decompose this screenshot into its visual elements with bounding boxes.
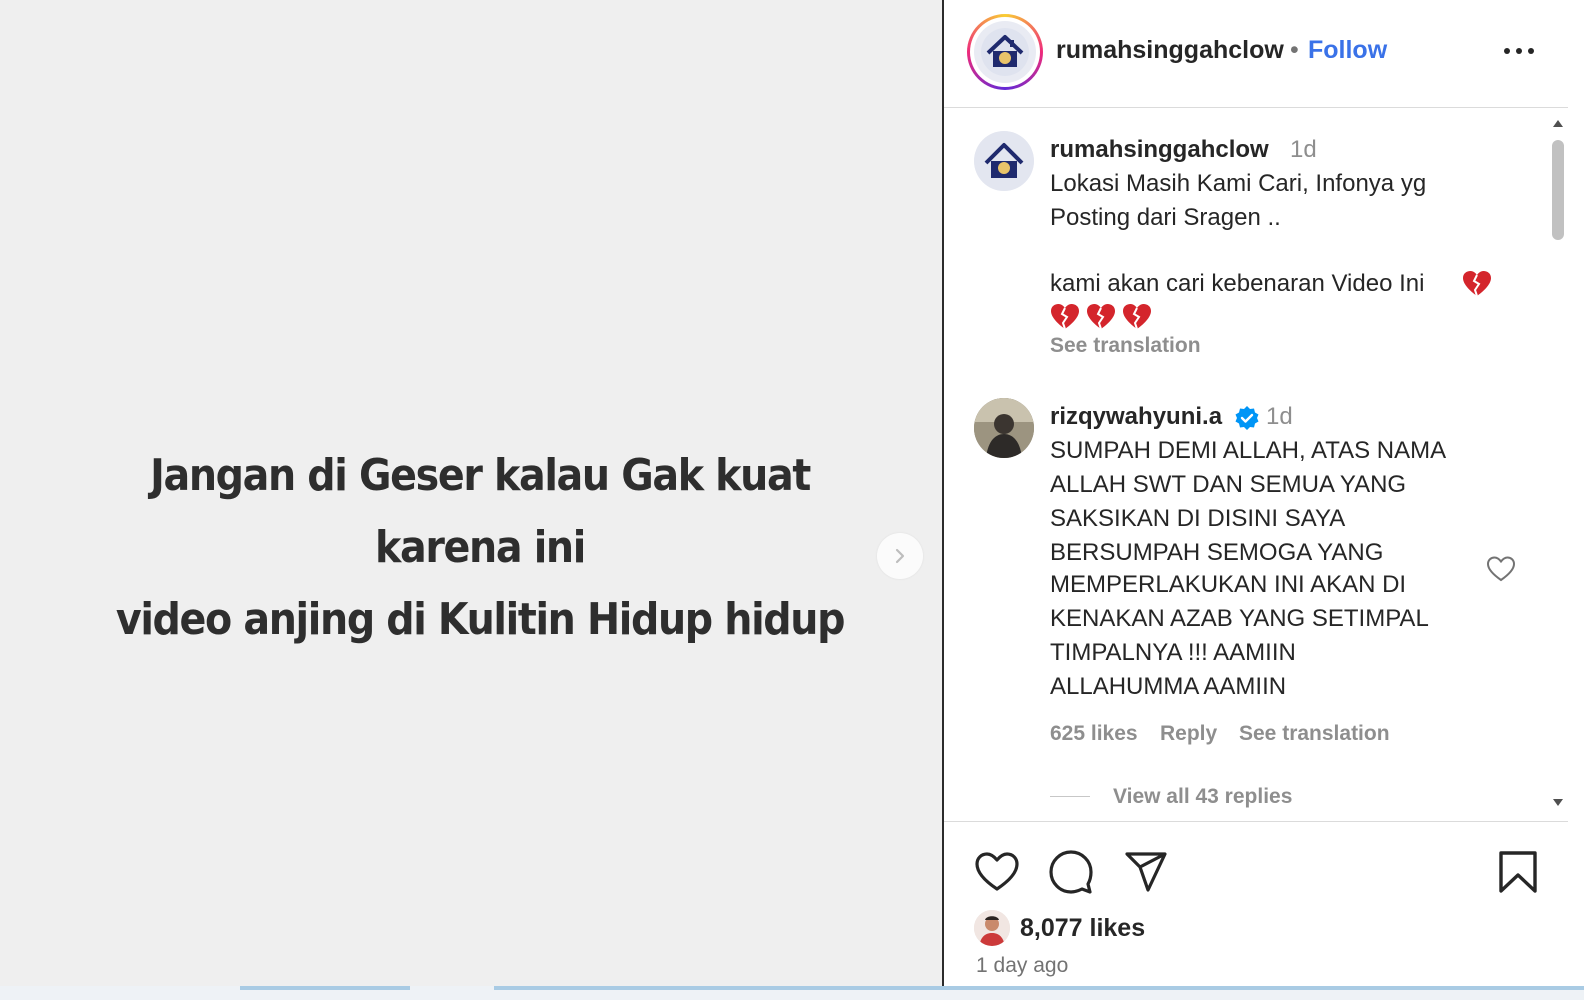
follow-button[interactable]: Follow <box>1308 36 1387 65</box>
comment-time[interactable]: 1d <box>1266 403 1293 431</box>
author-username[interactable]: rumahsinggahclow <box>1056 36 1284 65</box>
commenter-username[interactable]: rizqywahyuni.a <box>1050 403 1222 431</box>
scrollbar-thumb[interactable] <box>1552 140 1564 240</box>
share-button[interactable] <box>1122 848 1170 896</box>
taskbar-segment <box>240 986 410 990</box>
replies-line <box>1050 796 1090 797</box>
broken-heart-icon <box>1051 304 1079 330</box>
comment-line-2: ALLAH SWT DAN SEMUA YANG <box>1050 471 1407 498</box>
post-timestamp[interactable]: 1 day ago <box>976 954 1068 978</box>
comment-line-1: SUMPAH DEMI ALLAH, ATAS NAMA <box>1050 437 1447 464</box>
comment-line-4: BERSUMPAH SEMOGA YANG <box>1050 539 1384 566</box>
share-icon <box>1125 852 1167 892</box>
comment-button[interactable] <box>1047 848 1095 896</box>
post-actions-footer: 8,077 likes 1 day ago <box>944 821 1568 986</box>
caption-time[interactable]: 1d <box>1290 136 1317 164</box>
window-bottom-edge <box>0 986 1584 1000</box>
comment-icon <box>1049 850 1093 894</box>
comment-line-8: ALLAHUMMA AAMIIN <box>1050 673 1287 700</box>
post-likes-count[interactable]: 8,077 likes <box>1020 914 1145 943</box>
bookmark-icon <box>1499 851 1537 893</box>
instagram-post-view: Jangan di Geser kalau Gak kuat karena in… <box>0 0 1584 1000</box>
house-logo-icon <box>974 131 1034 191</box>
broken-heart-icon <box>1123 304 1151 330</box>
media-caption-line-1: Jangan di Geser kalau Gak kuat karena in… <box>150 450 811 573</box>
caption-author-avatar[interactable] <box>974 131 1034 191</box>
house-logo-icon <box>974 21 1036 83</box>
caption-username[interactable]: rumahsinggahclow <box>1050 136 1269 164</box>
comment-see-translation[interactable]: See translation <box>1239 722 1390 746</box>
user-photo-icon <box>974 398 1034 458</box>
more-options-button[interactable] <box>1502 34 1536 68</box>
user-photo-icon <box>974 910 1010 946</box>
taskbar-segment <box>494 986 1584 990</box>
broken-heart-icon <box>1087 304 1115 330</box>
heart-icon <box>975 852 1019 891</box>
post-media[interactable]: Jangan di Geser kalau Gak kuat karena in… <box>0 0 944 986</box>
scroll-up-arrow-icon[interactable] <box>1552 118 1564 128</box>
comment-reply-button[interactable]: Reply <box>1160 722 1217 746</box>
comments-list[interactable]: rumahsinggahclow 1d Lokasi Masih Kami Ca… <box>944 109 1568 821</box>
commenter-avatar[interactable] <box>974 398 1034 458</box>
liker-avatar[interactable] <box>974 910 1010 946</box>
post-sidebar: rumahsinggahclow • Follow rumahsinggahcl… <box>944 0 1568 986</box>
view-replies-button[interactable]: View all 43 replies <box>1113 785 1292 809</box>
comment-line-5: MEMPERLAKUKAN INI AKAN DI <box>1050 571 1407 598</box>
caption-text-line-2: Posting dari Sragen .. <box>1050 204 1281 231</box>
next-slide-button[interactable] <box>877 533 923 579</box>
comments-scrollbar[interactable] <box>1548 118 1568 814</box>
comment-line-6: KENAKAN AZAB YANG SETIMPAL <box>1050 605 1429 632</box>
caption-text-line-1: Lokasi Masih Kami Cari, Infonya yg <box>1050 170 1427 197</box>
comment-line-3: SAKSIKAN DI DISINI SAYA <box>1050 505 1346 532</box>
broken-hearts-row <box>1050 302 1152 332</box>
author-avatar[interactable] <box>967 14 1043 90</box>
media-caption-text: Jangan di Geser kalau Gak kuat karena in… <box>102 440 858 656</box>
caption-see-translation[interactable]: See translation <box>1050 334 1201 358</box>
header-separator: • <box>1290 36 1299 64</box>
comment-likes-count[interactable]: 625 likes <box>1050 722 1138 746</box>
broken-heart-icon <box>1463 271 1491 297</box>
chevron-right-icon <box>895 548 905 564</box>
save-button[interactable] <box>1494 848 1542 896</box>
caption-text-line-3: kami akan cari kebenaran Video Ini <box>1050 270 1425 297</box>
comment-like-heart-icon[interactable] <box>1486 555 1516 583</box>
more-horizontal-icon <box>1504 48 1534 54</box>
post-header: rumahsinggahclow • Follow <box>944 0 1568 108</box>
media-caption-line-2: video anjing di Kulitin Hidup hidup <box>115 594 846 645</box>
like-button[interactable] <box>973 848 1021 896</box>
scroll-down-arrow-icon[interactable] <box>1552 798 1564 808</box>
comment-line-7: TIMPALNYA !!! AAMIIN <box>1050 639 1296 666</box>
verified-badge-icon <box>1235 406 1259 430</box>
